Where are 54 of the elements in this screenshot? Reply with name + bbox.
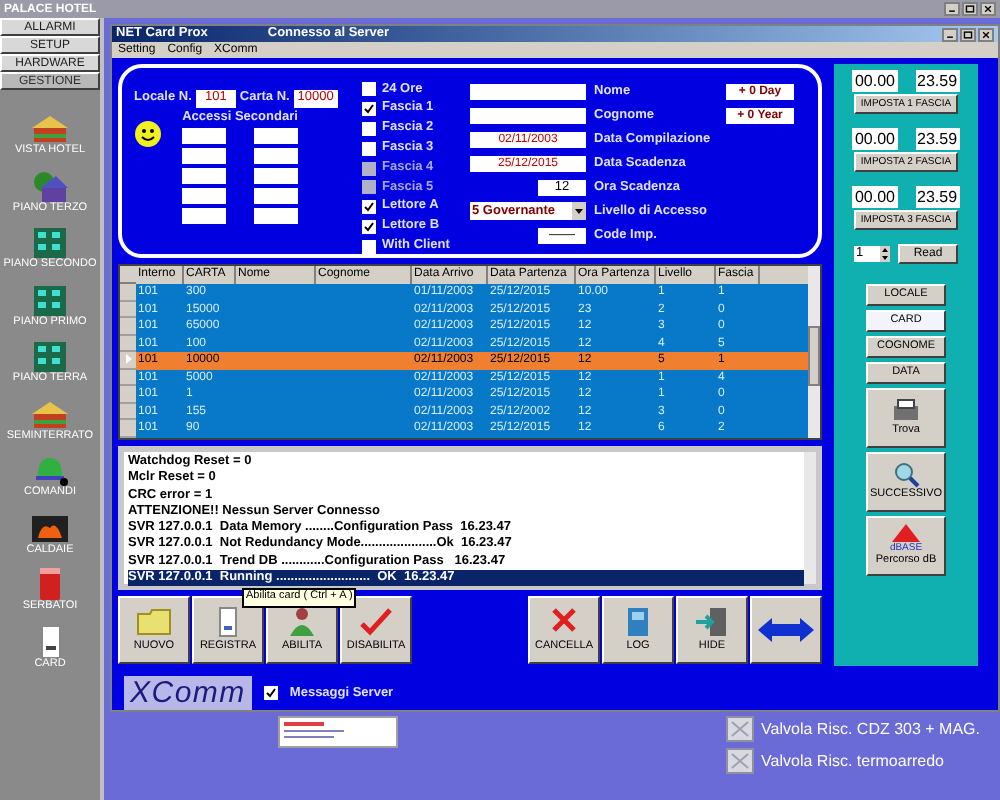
spinner-arrows-icon <box>880 246 890 262</box>
checkbox[interactable] <box>362 219 376 234</box>
minimize-icon[interactable] <box>944 2 960 16</box>
access-field[interactable] <box>254 148 298 164</box>
folder-icon <box>136 606 172 639</box>
scrollbar[interactable] <box>808 266 820 438</box>
house-icon <box>28 167 72 203</box>
checkbox[interactable] <box>362 200 376 215</box>
person-icon <box>284 606 320 639</box>
text-field[interactable] <box>470 83 586 100</box>
checkbox[interactable] <box>362 102 376 117</box>
time-field[interactable]: 23.59 <box>915 128 960 150</box>
checkbox[interactable] <box>263 686 278 700</box>
house-icon <box>27 110 72 146</box>
access-field[interactable] <box>182 188 226 204</box>
thumbnail-drawing <box>278 716 398 748</box>
door-exit-icon <box>694 606 730 639</box>
checkbox[interactable] <box>362 82 376 97</box>
double-arrow-icon <box>756 616 816 644</box>
xcomm-logo: XComm <box>124 676 252 710</box>
valve-icon[interactable] <box>725 748 754 774</box>
time-field[interactable]: 00.00 <box>852 128 897 150</box>
text-field[interactable] <box>470 107 586 124</box>
valve-label: Valvola Risc. CDZ 303 + MAG. <box>761 717 980 741</box>
valve-icon[interactable] <box>725 716 754 742</box>
scrollbar[interactable] <box>804 452 816 584</box>
magnifier-icon <box>892 462 920 489</box>
building-icon <box>28 338 72 374</box>
time-field[interactable]: 23.59 <box>915 186 960 208</box>
close-icon[interactable] <box>980 2 996 16</box>
checkbox[interactable] <box>362 239 376 254</box>
check-icon <box>364 104 374 115</box>
printer-icon <box>892 398 920 425</box>
access-field[interactable] <box>254 208 298 224</box>
minimize-icon[interactable] <box>942 27 958 42</box>
access-field[interactable] <box>254 168 298 184</box>
access-field[interactable] <box>182 148 226 164</box>
check-icon <box>265 688 276 698</box>
triangle-icon <box>892 524 920 543</box>
access-field[interactable] <box>182 128 226 144</box>
toolbar-button[interactable] <box>750 596 822 664</box>
access-field[interactable] <box>182 168 226 184</box>
tick-icon <box>358 606 394 639</box>
time-field[interactable]: 00.00 <box>852 70 897 92</box>
smiley-icon <box>134 119 162 147</box>
access-field[interactable] <box>182 208 226 224</box>
access-field[interactable] <box>254 128 298 144</box>
valve-label: Valvola Risc. termoarredo <box>761 749 944 773</box>
access-field[interactable] <box>254 188 298 204</box>
close-icon[interactable] <box>978 27 994 42</box>
checkbox[interactable] <box>362 141 376 156</box>
time-field[interactable]: 00.00 <box>852 186 897 208</box>
time-field[interactable]: 23.59 <box>915 70 960 92</box>
checkbox[interactable] <box>362 121 376 136</box>
